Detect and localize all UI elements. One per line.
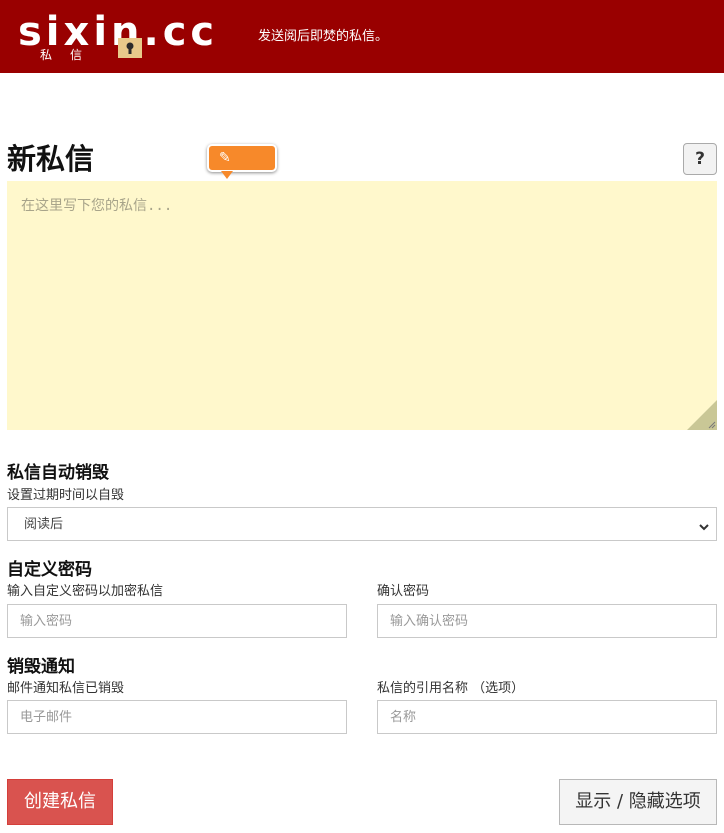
self-destruct-description: 设置过期时间以自毁 (7, 488, 125, 503)
reference-name-label: 私信的引用名称 （选项） (377, 681, 525, 696)
logo-subtitle: 私信 (40, 48, 101, 62)
site-header: sixin.cc 私信 发送阅后即焚的私信。 (0, 0, 724, 73)
expiration-selected-value: 阅读后 (24, 517, 64, 532)
password-label: 输入自定义密码以加密私信 (7, 584, 164, 599)
confirm-password-input[interactable] (377, 604, 717, 638)
confirm-password-label: 确认密码 (377, 584, 430, 599)
help-button[interactable]: ? (683, 143, 717, 175)
notification-heading: 销毁通知 (7, 657, 75, 677)
password-input[interactable] (7, 604, 347, 638)
site-tagline: 发送阅后即焚的私信。 (258, 29, 389, 44)
site-logo[interactable]: sixin.cc 私信 (18, 6, 214, 66)
message-textarea[interactable] (7, 181, 717, 430)
pencil-icon: ✎ (219, 150, 231, 166)
lock-icon (118, 34, 142, 58)
password-heading: 自定义密码 (7, 560, 92, 580)
expiration-select[interactable]: 阅读后 (7, 507, 717, 541)
create-message-button[interactable]: 创建私信 (7, 779, 113, 825)
email-input[interactable] (7, 700, 347, 734)
chevron-down-icon (698, 518, 710, 531)
self-destruct-heading: 私信自动销毁 (7, 463, 109, 483)
reference-name-input[interactable] (377, 700, 717, 734)
page-title: 新私信 (7, 142, 95, 176)
email-label: 邮件通知私信已销毁 (7, 681, 125, 696)
toggle-options-button[interactable]: 显示 / 隐藏选项 (559, 779, 717, 825)
editor-tip-bubble[interactable]: ✎ (207, 144, 277, 179)
